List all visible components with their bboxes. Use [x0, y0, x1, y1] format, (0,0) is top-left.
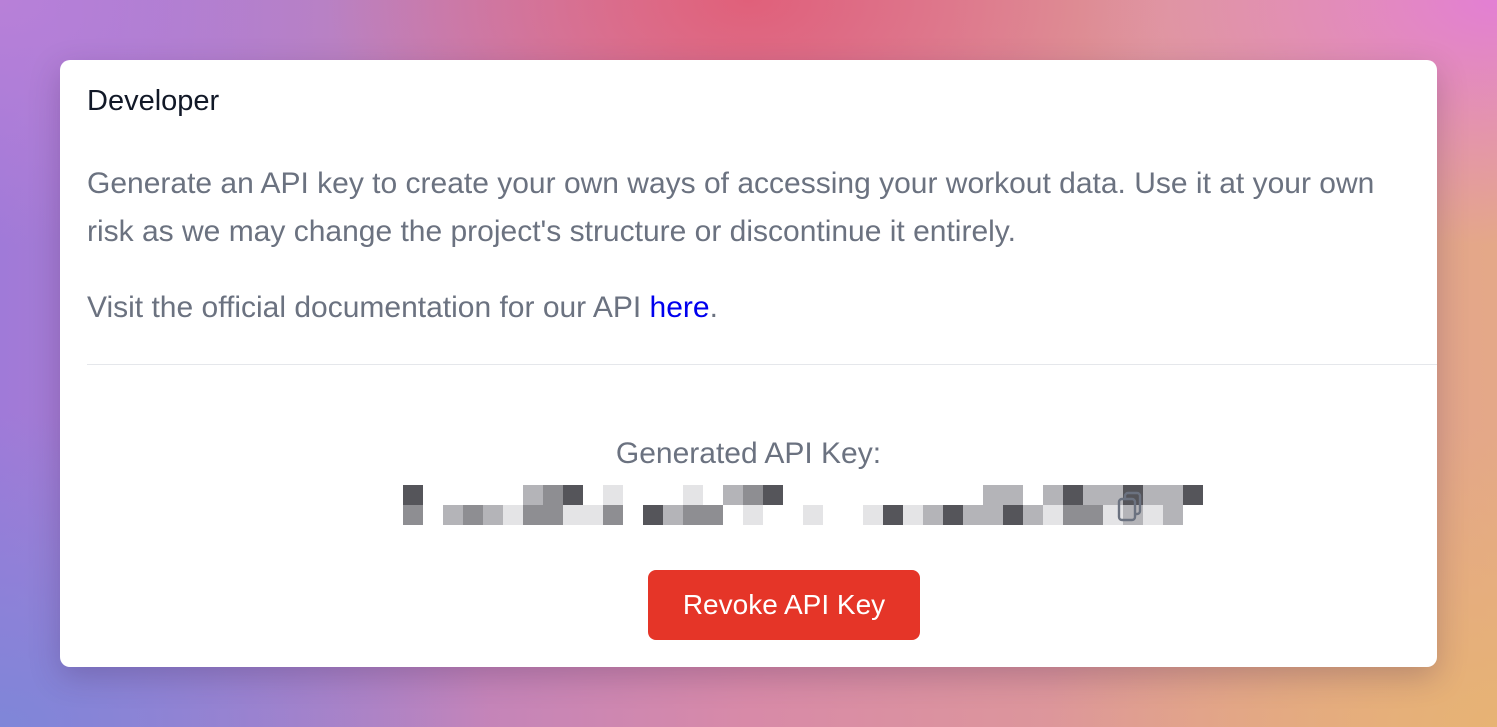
redaction-pixel — [1083, 505, 1103, 525]
documentation-suffix: . — [709, 291, 718, 324]
redaction-pixel — [663, 505, 683, 525]
redaction-pixel — [743, 485, 763, 505]
redaction-pixel — [923, 505, 943, 525]
redaction-pixel — [603, 505, 623, 525]
redaction-pixel — [1183, 485, 1203, 505]
redaction-pixel — [443, 505, 463, 525]
redaction-pixel — [1003, 485, 1023, 505]
redaction-pixel — [963, 505, 983, 525]
redaction-pixel — [1043, 505, 1063, 525]
card-title: Developer — [87, 85, 220, 117]
copy-icon — [1117, 491, 1142, 522]
copy-api-key-button[interactable] — [1113, 490, 1147, 524]
redaction-pixel — [643, 505, 663, 525]
developer-description: Generate an API key to create your own w… — [87, 167, 1375, 248]
redaction-pixel — [683, 505, 703, 525]
divider — [87, 364, 1437, 365]
redaction-pixel — [463, 505, 483, 525]
redaction-pixel — [1063, 485, 1083, 505]
redaction-pixel — [983, 485, 1003, 505]
redaction-pixel — [703, 505, 723, 525]
redaction-pixel — [1063, 505, 1083, 525]
redaction-pixel — [983, 505, 1003, 525]
redaction-pixel — [503, 505, 523, 525]
redaction-pixel — [483, 505, 503, 525]
revoke-api-key-button[interactable]: Revoke API Key — [648, 570, 920, 640]
redaction-pixel — [603, 485, 623, 505]
api-key-row — [403, 485, 1203, 525]
redaction-pixel — [863, 505, 883, 525]
redaction-pixel — [583, 505, 603, 525]
redaction-pixel — [523, 505, 543, 525]
redaction-pixel — [803, 505, 823, 525]
redaction-pixel — [563, 505, 583, 525]
redaction-pixel — [1043, 485, 1063, 505]
redaction-pixel — [523, 485, 543, 505]
api-key-redacted-value — [403, 485, 1203, 525]
documentation-link[interactable]: here — [650, 291, 710, 324]
api-key-label: Generated API Key: — [615, 437, 882, 470]
redaction-pixel — [683, 485, 703, 505]
redaction-pixel — [943, 505, 963, 525]
redaction-pixel — [763, 485, 783, 505]
redaction-pixel — [1163, 505, 1183, 525]
redaction-pixel — [543, 485, 563, 505]
documentation-prefix: Visit the official documentation for our… — [87, 291, 650, 324]
redaction-pixel — [1083, 485, 1103, 505]
redaction-pixel — [743, 505, 763, 525]
redaction-pixel — [1003, 505, 1023, 525]
redaction-pixel — [403, 485, 423, 505]
redaction-pixel — [543, 505, 563, 525]
redaction-pixel — [1163, 485, 1183, 505]
documentation-line: Visit the official documentation for our… — [87, 284, 718, 332]
redaction-pixel — [563, 485, 583, 505]
redaction-pixel — [723, 485, 743, 505]
redaction-pixel — [1023, 505, 1043, 525]
redaction-pixel — [403, 505, 423, 525]
redaction-pixel — [903, 505, 923, 525]
redaction-pixel — [883, 505, 903, 525]
developer-card: Developer Generate an API key to create … — [60, 60, 1437, 667]
